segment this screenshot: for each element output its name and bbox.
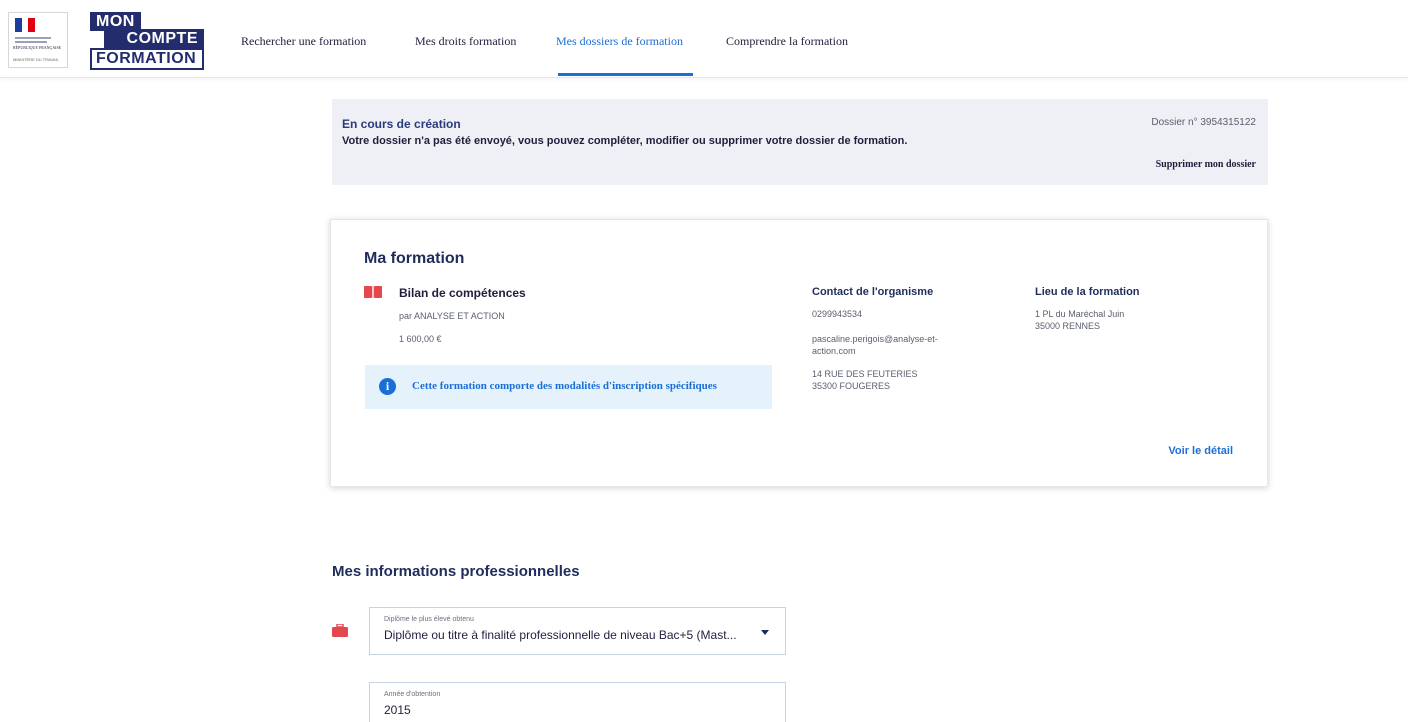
republic-text: RÉPUBLIQUE FRANÇAISE xyxy=(13,45,62,50)
status-description: Votre dossier n'a pas été envoyé, vous p… xyxy=(342,135,908,147)
lieu-title: Lieu de la formation xyxy=(1035,286,1140,298)
delete-dossier-link[interactable]: Supprimer mon dossier xyxy=(1156,159,1256,170)
year-field[interactable]: Année d'obtention 2015 xyxy=(369,682,786,722)
site-header: RÉPUBLIQUE FRANÇAISE MINISTÈRE DU TRAVAI… xyxy=(0,0,1408,78)
book-icon xyxy=(364,286,382,298)
info-message: Cette formation comporte des modalités d… xyxy=(412,380,717,392)
dossier-number: Dossier n° 3954315122 xyxy=(1151,117,1256,128)
course-name: Bilan de compétences xyxy=(399,286,526,300)
contact-email-line2: action.com xyxy=(812,346,856,356)
logo-compte: COMPTE xyxy=(104,29,204,48)
ministry-text: MINISTÈRE DU TRAVAIL xyxy=(13,57,59,62)
nav-active-indicator xyxy=(558,73,693,76)
french-flag-icon xyxy=(15,18,36,32)
contact-title: Contact de l'organisme xyxy=(812,286,934,298)
caret-down-icon xyxy=(761,630,769,635)
lieu-address-line2: 35000 RENNES xyxy=(1035,321,1101,331)
formation-heading: Ma formation xyxy=(364,250,465,267)
status-title: En cours de création xyxy=(342,117,461,131)
formation-card: Ma formation Bilan de compétences par AN… xyxy=(330,219,1268,487)
diploma-select[interactable]: Diplôme le plus élevé obtenu Diplôme ou … xyxy=(369,607,786,655)
contact-address-line1: 14 RUE DES FEUTERIES xyxy=(812,369,918,379)
lieu-address-line1: 1 PL du Maréchal Juin xyxy=(1035,309,1125,319)
logo-line xyxy=(15,41,47,43)
nav-mes-dossiers-formation[interactable]: Mes dossiers de formation xyxy=(556,34,683,49)
contact-phone: 0299943534 xyxy=(812,309,863,319)
mon-compte-formation-logo[interactable]: MON COMPTE FORMATION xyxy=(90,12,204,72)
course-organisme: par ANALYSE ET ACTION xyxy=(399,311,505,321)
year-value: 2015 xyxy=(384,703,411,717)
diploma-label: Diplôme le plus élevé obtenu xyxy=(384,616,474,623)
contact-address-line2: 35300 FOUGERES xyxy=(812,381,891,391)
logo-formation: FORMATION xyxy=(90,48,204,70)
logo-line xyxy=(15,37,51,39)
voir-detail-link[interactable]: Voir le détail xyxy=(1168,445,1233,457)
nav-comprendre-formation[interactable]: Comprendre la formation xyxy=(726,34,848,49)
nav-rechercher-formation[interactable]: Rechercher une formation xyxy=(241,34,366,49)
info-callout: i Cette formation comporte des modalités… xyxy=(365,365,772,409)
dossier-status-banner: En cours de création Votre dossier n'a p… xyxy=(332,99,1268,185)
pro-info-heading: Mes informations professionnelles xyxy=(332,563,580,580)
nav-mes-droits-formation[interactable]: Mes droits formation xyxy=(415,34,516,49)
year-label: Année d'obtention xyxy=(384,691,441,698)
diploma-value: Diplôme ou titre à finalité professionne… xyxy=(384,628,737,642)
marianne-logo[interactable]: RÉPUBLIQUE FRANÇAISE MINISTÈRE DU TRAVAI… xyxy=(8,12,68,68)
contact-email-line1: pascaline.perigois@analyse-et- xyxy=(812,334,938,344)
course-price: 1 600,00 € xyxy=(399,334,442,344)
info-icon: i xyxy=(379,378,396,395)
briefcase-icon xyxy=(332,624,348,637)
